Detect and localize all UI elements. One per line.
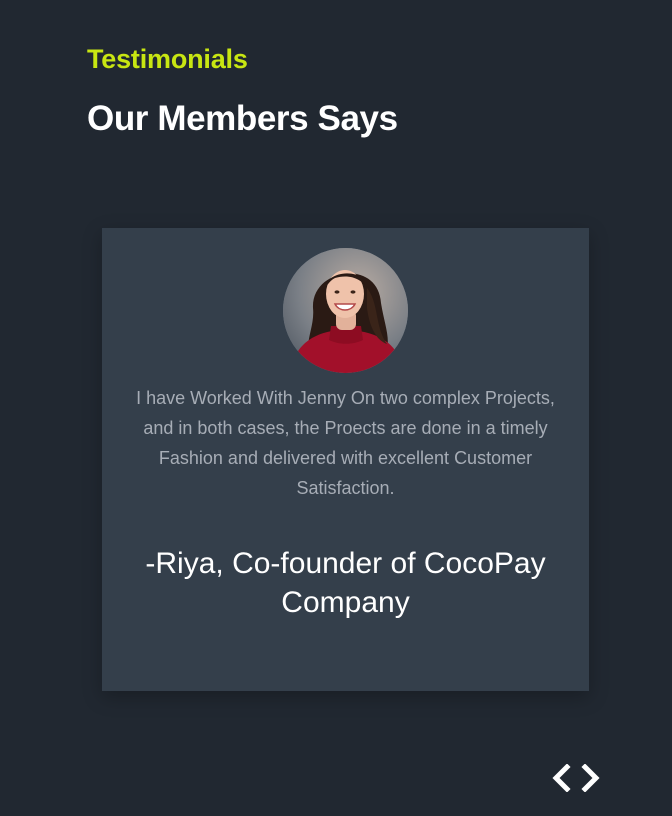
testimonial-author: -Riya, Co-founder of CocoPay Company	[145, 547, 546, 619]
previous-button[interactable]	[550, 764, 572, 792]
section-eyebrow: Testimonials	[87, 44, 248, 74]
person-photo-icon	[283, 248, 408, 373]
next-button[interactable]	[580, 764, 602, 792]
chevron-left-icon	[552, 764, 571, 792]
testimonial-card: I have Worked With Jenny On two complex …	[102, 228, 589, 691]
testimonial-quote: I have Worked With Jenny On two complex …	[136, 388, 555, 498]
chevron-right-icon	[581, 764, 600, 792]
section-title: Our Members Says	[87, 99, 398, 138]
avatar	[283, 248, 408, 373]
